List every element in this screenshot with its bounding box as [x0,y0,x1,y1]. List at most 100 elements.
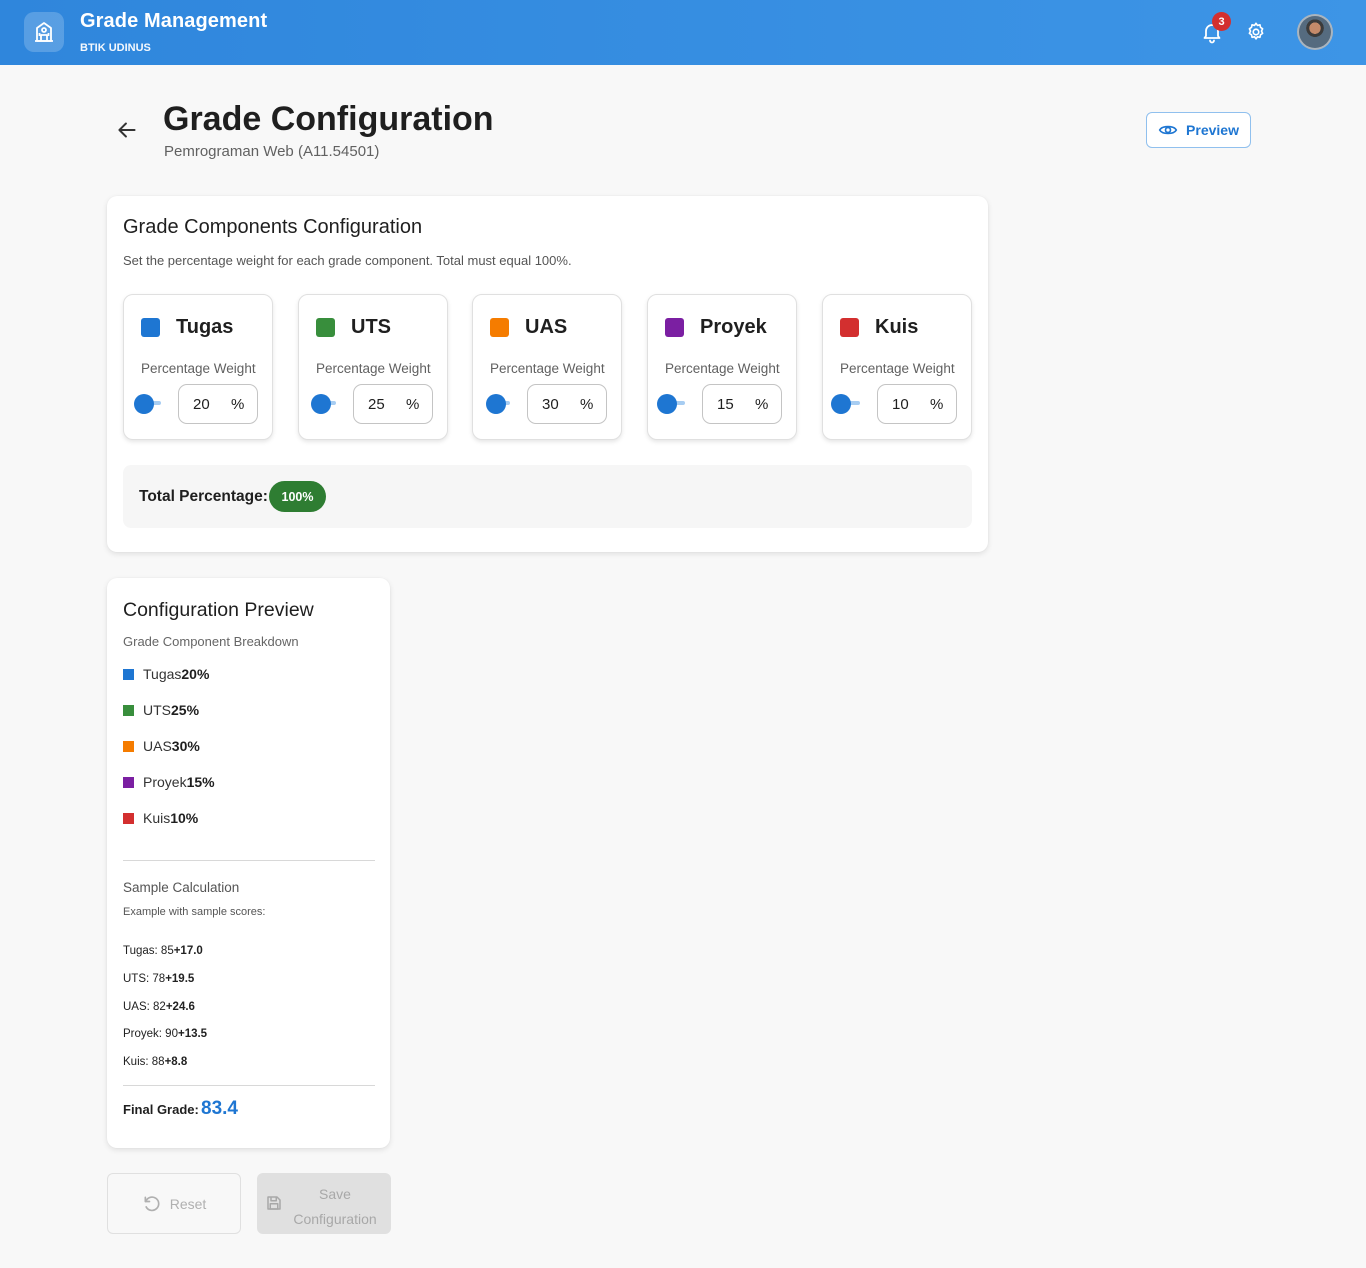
sample-calculation-description: Example with sample scores: [123,906,266,918]
breakdown-item: UAS 30% [123,738,200,754]
sample-row: UTS: 78+19.5 [123,973,194,985]
breakdown-value: 20% [181,666,210,682]
breakdown-value: 10% [170,810,199,826]
page-subtitle: Pemrograman Web (A11.54501) [164,143,380,160]
breakdown-value: 15% [186,774,215,790]
weight-input-value: 15 [717,396,734,413]
breakdown-value: 30% [171,738,200,754]
weight-input-unit: % [930,396,944,413]
page-title: Grade Configuration [163,100,494,138]
weight-slider[interactable] [310,394,336,414]
slider-thumb[interactable] [310,394,331,414]
weight-input[interactable]: 10 % [877,384,957,424]
sample-label: UTS: 78 [123,973,166,985]
eye-icon [1158,125,1178,135]
total-percentage-label: Total Percentage: [139,488,268,505]
weight-input-unit: % [755,396,769,413]
sample-row: Tugas: 85+17.0 [123,945,203,957]
settings-button[interactable] [1245,21,1267,43]
weight-label: Percentage Weight [141,361,256,376]
sample-result: +17.0 [173,945,203,957]
breakdown-color-swatch [123,704,134,716]
preview-button[interactable]: Preview [1146,112,1251,148]
weight-label: Percentage Weight [665,361,780,376]
breakdown-name: Kuis [143,810,171,826]
sample-result: +8.8 [164,1056,188,1068]
breakdown-name: Proyek [143,774,187,790]
slider-thumb[interactable] [657,394,678,414]
arrow-left-icon [118,122,136,138]
weight-input[interactable]: 20 % [178,384,258,424]
weight-input-value: 10 [892,396,909,413]
sample-result: +13.5 [177,1028,208,1040]
weight-label: Percentage Weight [316,361,431,376]
weight-slider[interactable] [657,394,685,414]
weight-input-unit: % [580,396,594,413]
gear-icon [1248,22,1264,40]
sample-label: Kuis: 88 [123,1056,165,1068]
component-name: Kuis [875,316,919,338]
breakdown-color-swatch [123,776,134,788]
sample-row: Proyek: 90+13.5 [123,1028,207,1040]
divider [123,1085,375,1086]
weight-slider[interactable] [485,394,510,414]
breakdown-item: UTS 25% [123,702,199,718]
app-title: Grade Management [80,10,268,32]
reset-button[interactable]: Reset [107,1173,241,1234]
back-button[interactable] [114,117,140,143]
breakdown-color-swatch [123,668,134,680]
preview-button-label: Preview [1186,122,1239,138]
slider-thumb[interactable] [134,394,155,414]
weight-label: Percentage Weight [840,361,955,376]
component-name: UAS [525,316,568,338]
sample-label: UAS: 82 [123,1001,166,1013]
save-configuration-button[interactable]: Save Configuration [257,1173,391,1234]
slider-thumb[interactable] [831,394,852,414]
weight-input[interactable]: 15 % [702,384,782,424]
configuration-preview-card: Configuration Preview Grade Component Br… [107,578,390,1148]
component-card-kuis: Kuis Percentage Weight 10 % [822,294,972,440]
breakdown-color-swatch [123,740,134,752]
breakdown-item: Proyek 15% [123,774,215,790]
sample-calculation-title: Sample Calculation [123,880,240,895]
breakdown-title: Grade Component Breakdown [123,634,299,649]
weight-slider[interactable] [831,394,860,414]
sample-result: +19.5 [165,973,195,985]
weight-label: Percentage Weight [490,361,605,376]
sample-row: UAS: 82+24.6 [123,1001,195,1013]
component-color-swatch [665,318,684,337]
weight-input-value: 30 [542,396,559,413]
weight-input-value: 25 [368,396,385,413]
component-card-uas: UAS Percentage Weight 30 % [472,294,622,440]
component-card-uts: UTS Percentage Weight 25 % [298,294,448,440]
grade-components-card: Grade Components Configuration Set the p… [107,196,988,552]
component-name: Proyek [700,316,767,338]
weight-input-value: 20 [193,396,210,413]
weight-slider[interactable] [134,394,161,414]
final-grade-label: Final Grade: [123,1102,199,1117]
breakdown-color-swatch [123,812,134,824]
undo-icon [144,1195,160,1211]
preview-card-title: Configuration Preview [123,599,314,621]
weight-input[interactable]: 30 % [527,384,607,424]
user-avatar[interactable] [1297,14,1333,50]
divider [123,860,375,861]
slider-thumb[interactable] [485,394,506,414]
component-card-proyek: Proyek Percentage Weight 15 % [647,294,797,440]
app-subtitle: BTIK UDINUS [80,42,151,54]
app-header: Grade Management BTIK UDINUS 3 [0,0,1366,65]
component-color-swatch [141,318,160,337]
breakdown-name: UTS [143,702,171,718]
sample-row: Kuis: 88+8.8 [123,1056,187,1068]
component-color-swatch [840,318,859,337]
component-name: UTS [351,316,391,338]
total-percentage-box: Total Percentage: 100% [123,465,972,528]
total-percentage-badge: 100% [269,481,326,512]
config-card-description: Set the percentage weight for each grade… [123,253,572,268]
breakdown-name: Tugas [143,666,182,682]
floppy-disk-icon [267,1196,281,1210]
weight-input[interactable]: 25 % [353,384,433,424]
weight-input-unit: % [406,396,420,413]
component-name: Tugas [176,316,234,338]
sample-result: +24.6 [165,1001,195,1013]
